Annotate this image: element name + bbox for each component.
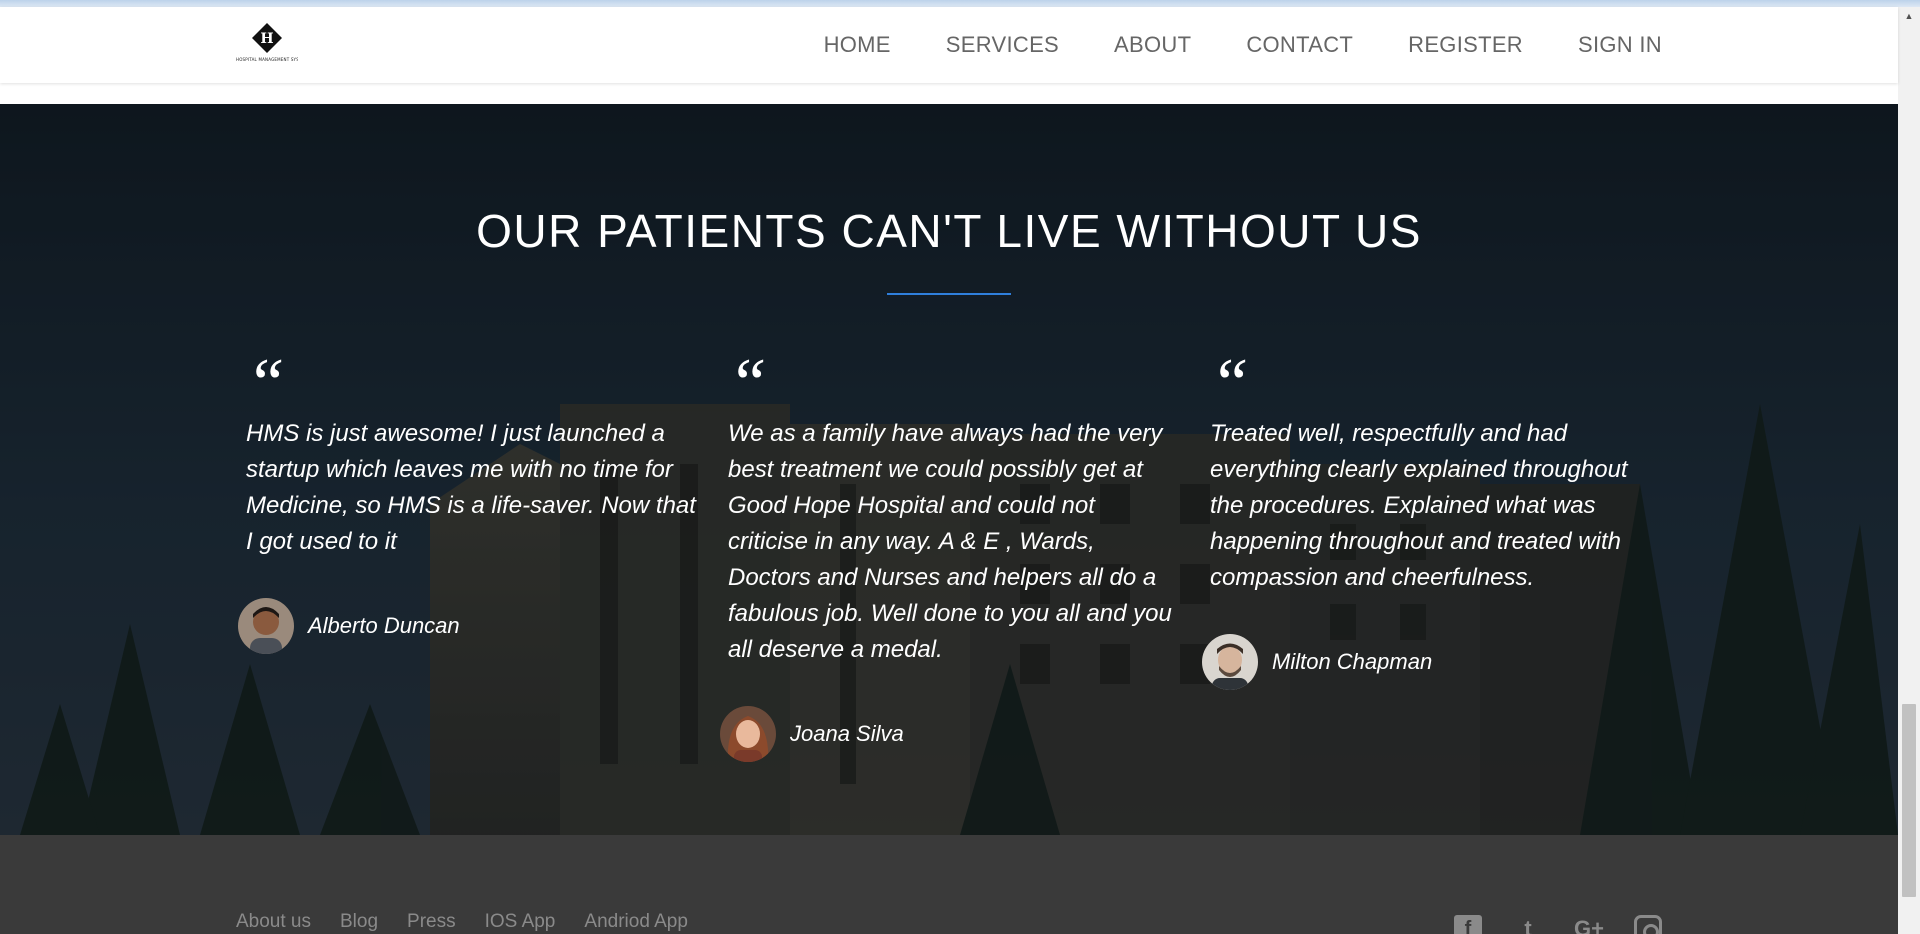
testimonial-text: HMS is just awesome! I just launched a s… bbox=[246, 420, 696, 555]
testimonial-card: “ Treated well, respectfully and had eve… bbox=[1202, 345, 1660, 690]
main-nav: HOME SERVICES ABOUT CONTACT REGISTER SIG… bbox=[769, 7, 1662, 83]
nav-about[interactable]: ABOUT bbox=[1114, 32, 1191, 58]
nav-contact[interactable]: CONTACT bbox=[1246, 32, 1353, 58]
nav-register[interactable]: REGISTER bbox=[1408, 32, 1523, 58]
quote-icon: “ bbox=[728, 345, 767, 422]
nav-home[interactable]: HOME bbox=[824, 32, 891, 58]
testimonial-card: “ HMS is just awesome! I just launched a… bbox=[238, 345, 696, 654]
social-links: f t G+ bbox=[1422, 915, 1662, 934]
author-name: Milton Chapman bbox=[1272, 649, 1433, 674]
google-plus-icon[interactable]: G+ bbox=[1574, 915, 1604, 934]
quote-icon: “ bbox=[1210, 345, 1249, 422]
scroll-thumb[interactable] bbox=[1902, 704, 1916, 897]
footer-links: About us Blog Press IOS App Andriod App bbox=[236, 911, 717, 933]
testimonials-title: OUR PATIENTS CAN'T LIVE WITHOUT US bbox=[476, 205, 1422, 257]
testimonial-author: Alberto Duncan bbox=[238, 598, 696, 654]
site-logo[interactable]: H HOSPITAL MANAGEMENT SYSTEM bbox=[236, 21, 298, 69]
testimonial-author: Joana Silva bbox=[720, 706, 1178, 762]
twitter-icon[interactable]: t bbox=[1514, 915, 1542, 934]
instagram-icon[interactable] bbox=[1634, 915, 1662, 934]
testimonial-text: Treated well, respectfully and had every… bbox=[1210, 420, 1628, 591]
author-name: Joana Silva bbox=[790, 721, 904, 746]
footer-link-press[interactable]: Press bbox=[407, 911, 456, 933]
page-scrollbar[interactable]: ▲ bbox=[1898, 7, 1920, 934]
browser-top-edge bbox=[0, 0, 1920, 7]
avatar bbox=[720, 706, 776, 762]
facebook-icon[interactable]: f bbox=[1454, 915, 1482, 934]
scroll-up-arrow-icon[interactable]: ▲ bbox=[1898, 7, 1920, 25]
title-divider bbox=[887, 293, 1011, 295]
testimonial-card: “ We as a family have always had the ver… bbox=[720, 345, 1178, 762]
footer-link-blog[interactable]: Blog bbox=[340, 911, 378, 933]
avatar bbox=[238, 598, 294, 654]
nav-sign-in[interactable]: SIGN IN bbox=[1578, 32, 1662, 58]
nav-services[interactable]: SERVICES bbox=[946, 32, 1059, 58]
quote-icon: “ bbox=[246, 345, 285, 422]
avatar bbox=[1202, 634, 1258, 690]
logo-letter: H bbox=[260, 31, 273, 47]
testimonial-text: We as a family have always had the very … bbox=[728, 420, 1172, 663]
site-header: H HOSPITAL MANAGEMENT SYSTEM HOME SERVIC… bbox=[0, 7, 1898, 83]
author-name: Alberto Duncan bbox=[308, 613, 460, 638]
header-spacer bbox=[0, 83, 1898, 104]
footer-link-android-app[interactable]: Andriod App bbox=[584, 911, 688, 933]
testimonials-section: OUR PATIENTS CAN'T LIVE WITHOUT US “ HMS… bbox=[0, 104, 1898, 835]
site-footer: About us Blog Press IOS App Andriod App … bbox=[0, 835, 1898, 934]
footer-link-about-us[interactable]: About us bbox=[236, 911, 311, 933]
footer-link-ios-app[interactable]: IOS App bbox=[485, 911, 556, 933]
testimonial-author: Milton Chapman bbox=[1202, 634, 1660, 690]
logo-diamond-icon: H bbox=[252, 23, 282, 53]
logo-caption: HOSPITAL MANAGEMENT SYSTEM bbox=[236, 57, 298, 62]
